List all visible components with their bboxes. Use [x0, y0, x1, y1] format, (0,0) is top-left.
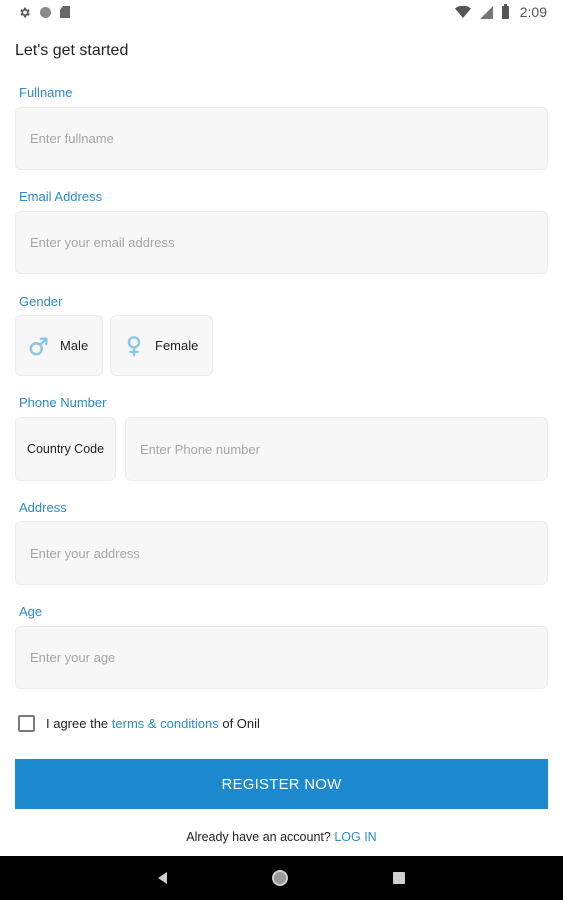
- phone-input[interactable]: [140, 441, 547, 457]
- gender-label: Gender: [19, 294, 63, 309]
- gender-male-button[interactable]: Male: [15, 315, 103, 376]
- battery-icon: [501, 3, 509, 19]
- male-icon: [29, 336, 48, 355]
- terms-suffix: of Onil: [222, 716, 260, 731]
- login-prompt: Already have an account?: [186, 830, 331, 844]
- sd-card-icon: [60, 6, 70, 18]
- email-field-box: [15, 211, 548, 274]
- female-icon: [127, 335, 141, 356]
- signup-screen: 2:09 Let's get started Fullname Email Ad…: [0, 0, 563, 900]
- fullname-label: Fullname: [19, 85, 73, 100]
- login-link[interactable]: LOG IN: [334, 830, 376, 844]
- back-icon[interactable]: [158, 872, 167, 884]
- wifi-icon: [454, 6, 471, 18]
- country-code-selector[interactable]: Country Code: [15, 417, 116, 481]
- terms-link[interactable]: terms & conditions: [112, 716, 219, 731]
- page-title: Let's get started: [15, 42, 129, 59]
- email-label: Email Address: [19, 189, 103, 204]
- recents-icon[interactable]: [393, 872, 405, 884]
- email-input[interactable]: [30, 235, 547, 250]
- terms-prefix: I agree the: [46, 716, 109, 731]
- terms-text: I agree the terms & conditions of Onil: [46, 716, 260, 731]
- gender-female-button[interactable]: Female: [110, 315, 213, 376]
- terms-checkbox[interactable]: [18, 715, 35, 732]
- status-left: [18, 6, 70, 19]
- phone-field-box: [125, 417, 548, 481]
- fullname-input[interactable]: [30, 131, 547, 146]
- navigation-bar: [0, 856, 563, 900]
- age-input[interactable]: [30, 650, 547, 665]
- circle-status-icon: [40, 6, 51, 18]
- home-icon[interactable]: [272, 870, 288, 886]
- age-label: Age: [19, 604, 43, 619]
- gender-female-label: Female: [155, 338, 199, 353]
- status-time: 2:09: [519, 4, 547, 20]
- phone-label: Phone Number: [19, 395, 107, 410]
- address-input[interactable]: [30, 545, 547, 561]
- address-label: Address: [19, 500, 67, 515]
- settings-icon: [20, 7, 30, 17]
- address-field-box: [15, 521, 548, 585]
- signal-icon: [479, 5, 493, 19]
- gender-male-label: Male: [60, 338, 89, 353]
- age-field-box: [15, 626, 548, 689]
- login-row: Already have an account? LOG IN: [0, 830, 563, 844]
- register-button[interactable]: REGISTER NOW: [15, 759, 548, 809]
- status-bar: 2:09: [0, 0, 563, 24]
- fullname-field-box: [15, 107, 548, 170]
- status-right: 2:09: [454, 3, 547, 20]
- terms-row: I agree the terms & conditions of Onil: [18, 715, 260, 732]
